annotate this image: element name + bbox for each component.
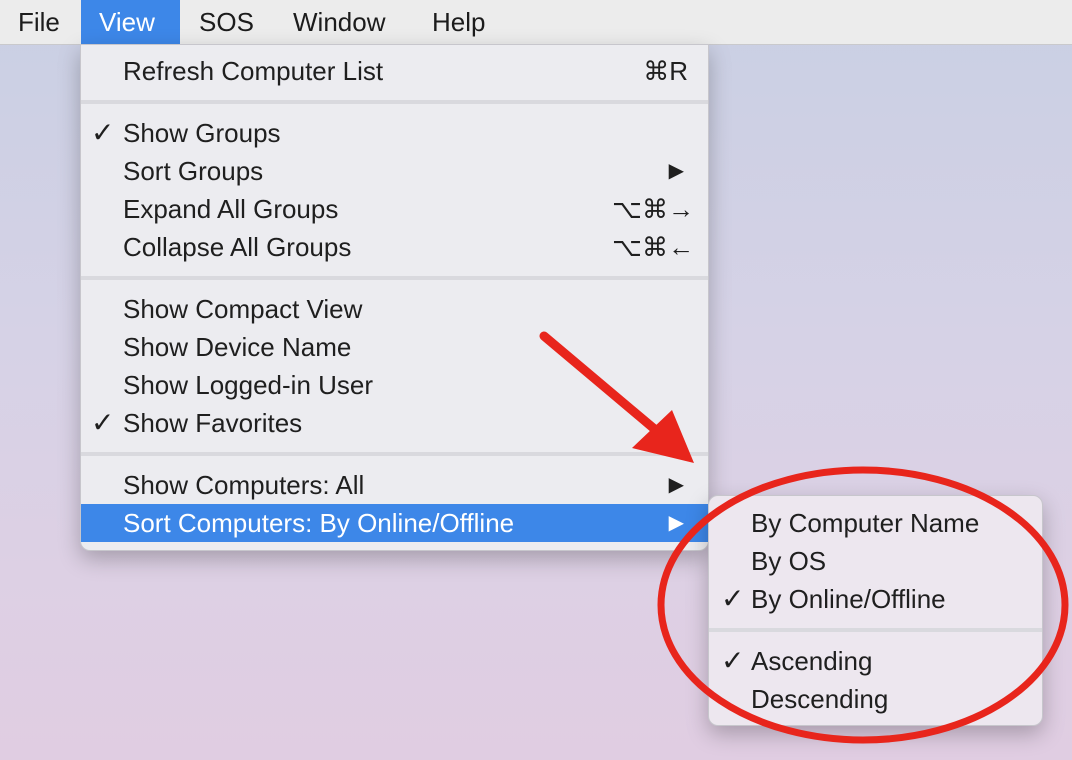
menu-item-show-device-name[interactable]: Show Device Name [81, 328, 708, 366]
menu-item-label: Show Computers: All [123, 470, 365, 500]
menu-separator [81, 452, 708, 456]
sort-computers-submenu: By Computer Name By OS ✓ By Online/Offli… [708, 495, 1043, 726]
menu-item-label: Descending [751, 684, 889, 714]
menu-item-sort-computers[interactable]: Sort Computers: By Online/Offline ▶ [81, 504, 708, 542]
submenu-item-descending[interactable]: Descending [709, 680, 1042, 718]
submenu-arrow-icon: ▶ [668, 474, 684, 496]
menu-item-expand-all-groups[interactable]: Expand All Groups ⌥⌘→ [81, 190, 708, 228]
menu-item-label: Expand All Groups [123, 194, 339, 224]
submenu-arrow-icon: ▶ [668, 512, 684, 534]
menu-item-label: Sort Groups [123, 156, 264, 186]
menu-item-label: Show Device Name [123, 332, 352, 362]
menu-item-label: Collapse All Groups [123, 232, 352, 262]
menu-item-collapse-all-groups[interactable]: Collapse All Groups ⌥⌘← [81, 228, 708, 266]
submenu-item-by-os[interactable]: By OS [709, 542, 1042, 580]
menu-sos[interactable]: SOS [181, 0, 272, 44]
shortcut-label: ⌥⌘→ [612, 194, 694, 224]
menu-item-sort-groups[interactable]: Sort Groups ▶ [81, 152, 708, 190]
checkmark-icon: ✓ [91, 407, 115, 438]
shortcut-label: ⌥⌘← [612, 232, 694, 262]
menu-separator [81, 100, 708, 104]
checkmark-icon: ✓ [721, 645, 745, 676]
menu-item-label: Sort Computers: By Online/Offline [123, 508, 515, 538]
menu-item-show-compact-view[interactable]: Show Compact View [81, 290, 708, 328]
menu-item-label: Show Logged-in User [123, 370, 374, 400]
menu-item-label: Show Groups [123, 118, 281, 148]
shortcut-label: ⌘R [643, 56, 688, 86]
view-menu-dropdown: Refresh Computer List ⌘R ✓ Show Groups S… [80, 44, 709, 551]
menu-item-label: Show Favorites [123, 408, 303, 438]
submenu-item-by-computer-name[interactable]: By Computer Name [709, 504, 1042, 542]
submenu-arrow-icon: ▶ [668, 160, 684, 182]
checkmark-icon: ✓ [91, 117, 115, 148]
menu-item-label: By OS [751, 546, 827, 576]
submenu-item-by-online-offline[interactable]: ✓ By Online/Offline [709, 580, 1042, 618]
menu-item-show-favorites[interactable]: ✓ Show Favorites [81, 404, 708, 442]
menu-item-label: By Computer Name [751, 508, 980, 538]
menu-view[interactable]: View [81, 0, 180, 44]
menu-item-label: Ascending [751, 646, 873, 676]
menu-item-show-computers[interactable]: Show Computers: All ▶ [81, 466, 708, 504]
submenu-item-ascending[interactable]: ✓ Ascending [709, 642, 1042, 680]
menu-item-show-logged-in-user[interactable]: Show Logged-in User [81, 366, 708, 404]
menu-item-label: Refresh Computer List [123, 56, 384, 86]
menu-item-label: By Online/Offline [751, 584, 946, 614]
menu-bar: File View SOS Window Help [0, 0, 1072, 45]
menu-help[interactable]: Help [414, 0, 503, 44]
menu-separator [81, 276, 708, 280]
checkmark-icon: ✓ [721, 583, 745, 614]
menu-window[interactable]: Window [275, 0, 403, 44]
menu-file[interactable]: File [0, 0, 78, 44]
menu-separator [709, 628, 1042, 632]
menu-item-label: Show Compact View [123, 294, 363, 324]
menu-item-refresh-computer-list[interactable]: Refresh Computer List ⌘R [81, 52, 708, 90]
menu-item-show-groups[interactable]: ✓ Show Groups [81, 114, 708, 152]
